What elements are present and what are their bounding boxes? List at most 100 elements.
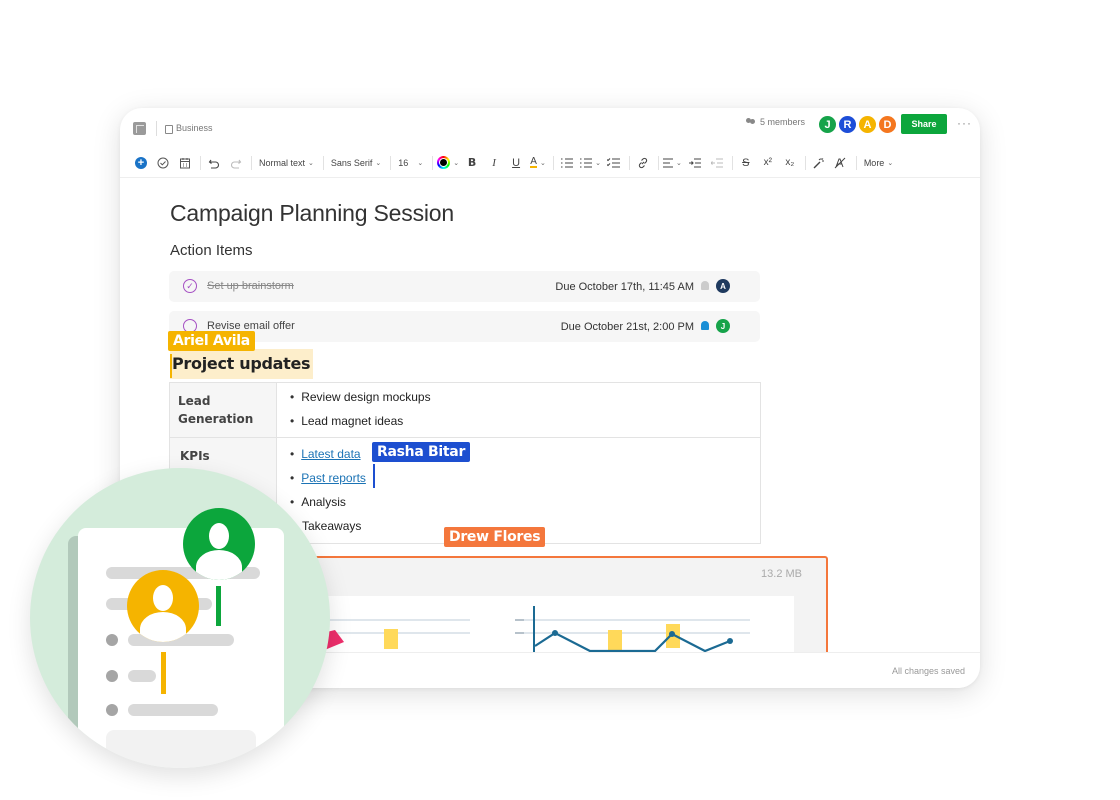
reminder-bell-icon[interactable] xyxy=(701,321,709,330)
undo-icon[interactable] xyxy=(205,153,223,173)
user-avatar-icon xyxy=(183,508,255,580)
chart-line xyxy=(534,631,731,653)
avatar[interactable]: D xyxy=(878,115,897,134)
members-button[interactable]: 5 members xyxy=(746,117,805,127)
link[interactable]: Past reports xyxy=(301,471,366,485)
checklist-icon[interactable] xyxy=(605,153,623,173)
document-body[interactable]: Campaign Planning Session Action Items xyxy=(170,200,760,259)
list-item[interactable]: Review design mockups xyxy=(290,389,760,413)
formatting-toolbar: + Normal text ⌄ Sans Serif ⌄ 16 ⌄ ⌄ B I U A… xyxy=(120,148,980,178)
highlighter-icon: A xyxy=(530,156,537,168)
divider xyxy=(156,121,157,136)
chevron-down-icon: ⌄ xyxy=(595,159,601,167)
collaborator-cursor xyxy=(170,354,172,378)
chevron-down-icon: ⌄ xyxy=(887,159,894,167)
chevron-down-icon: ⌄ xyxy=(539,159,546,167)
task-item[interactable]: Revise email offer Due October 21st, 2:0… xyxy=(169,311,760,342)
font-size-dropdown[interactable]: 16 ⌄ xyxy=(395,153,426,173)
assignee-avatar[interactable]: J xyxy=(716,319,730,333)
text-style-dropdown[interactable]: Normal text ⌄ xyxy=(256,153,317,173)
notebook-breadcrumb[interactable]: Business xyxy=(176,123,213,133)
table-row-header[interactable]: Lead Generation xyxy=(170,383,277,437)
avatar[interactable]: R xyxy=(838,115,857,134)
member-avatars: J R A D xyxy=(818,115,897,134)
chart-bar xyxy=(384,629,398,649)
user-avatar-icon xyxy=(127,570,199,642)
link[interactable]: Latest data xyxy=(301,447,360,461)
task-icon[interactable] xyxy=(154,153,172,173)
collaborator-cursor xyxy=(161,652,166,694)
collaboration-illustration xyxy=(30,468,330,768)
task-due-date[interactable]: Due October 17th, 11:45 AM xyxy=(555,281,694,293)
text-color-dropdown[interactable]: ⌄ xyxy=(437,153,459,173)
task-checkbox[interactable]: ✓ xyxy=(183,279,197,293)
page-title[interactable]: Campaign Planning Session xyxy=(170,200,760,227)
task-label: Set up brainstorm xyxy=(207,280,294,292)
chevron-down-icon: ⌄ xyxy=(675,159,682,167)
subscript-button[interactable]: x₂ xyxy=(781,153,799,173)
list-item[interactable]: Lead magnet ideas xyxy=(290,413,760,437)
chevron-down-icon: ⌄ xyxy=(417,159,424,167)
chart-thumbnail xyxy=(310,606,750,656)
strikethrough-button[interactable]: S xyxy=(737,153,755,173)
document-shadow xyxy=(68,536,78,768)
indent-icon[interactable] xyxy=(686,153,704,173)
content-block-placeholder xyxy=(106,730,256,768)
divider xyxy=(432,155,434,170)
bold-button[interactable]: B xyxy=(463,153,481,173)
chart-point xyxy=(727,638,733,644)
section-heading[interactable]: Action Items xyxy=(170,242,760,259)
bullet-placeholder xyxy=(106,634,118,646)
divider xyxy=(200,155,201,170)
bullet-list-icon[interactable] xyxy=(558,153,576,173)
share-button[interactable]: Share xyxy=(901,114,947,134)
insert-button[interactable]: + xyxy=(132,153,150,173)
outdent-icon[interactable] xyxy=(708,153,726,173)
task-item[interactable]: ✓ Set up brainstorm Due October 17th, 11… xyxy=(169,271,760,302)
font-dropdown[interactable]: Sans Serif ⌄ xyxy=(328,153,384,173)
chart-point xyxy=(669,631,675,637)
divider xyxy=(628,155,630,170)
plus-icon: + xyxy=(135,156,147,169)
numbered-list-icon xyxy=(580,157,593,168)
members-count: 5 members xyxy=(760,117,806,127)
calendar-icon[interactable] xyxy=(176,153,194,173)
clear-formatting-icon[interactable] xyxy=(832,153,850,173)
more-dropdown[interactable]: More ⌄ xyxy=(861,153,896,173)
numbered-list-dropdown[interactable]: ⌄ xyxy=(580,153,601,173)
table-cell[interactable]: Review design mockups Lead magnet ideas xyxy=(278,383,760,437)
align-left-icon xyxy=(662,157,673,168)
chevron-down-icon: ⌄ xyxy=(375,159,382,167)
task-due-date[interactable]: Due October 21st, 2:00 PM xyxy=(561,321,694,333)
list-item[interactable]: Analysis xyxy=(290,494,760,518)
chart-bar xyxy=(608,630,622,650)
section-heading[interactable]: Project updates xyxy=(170,349,314,379)
chevron-down-icon: ⌄ xyxy=(308,159,314,167)
avatar[interactable]: J xyxy=(818,115,837,134)
color-picker-icon xyxy=(437,156,451,169)
avatar[interactable]: A xyxy=(858,115,877,134)
align-dropdown[interactable]: ⌄ xyxy=(662,153,682,173)
collaborator-label: Ariel Avila xyxy=(168,331,255,351)
chevron-down-icon: ⌄ xyxy=(453,159,460,167)
more-options-icon[interactable]: ··· xyxy=(957,116,972,130)
superscript-button[interactable]: x² xyxy=(759,153,777,173)
bullet-placeholder xyxy=(106,704,118,716)
text-line-placeholder xyxy=(128,670,156,682)
assignee-avatar[interactable]: A xyxy=(716,279,730,293)
collaborator-label: Drew Flores xyxy=(444,527,546,547)
reminder-bell-icon[interactable] xyxy=(701,281,709,290)
link-icon[interactable] xyxy=(634,153,652,173)
highlight-dropdown[interactable]: A ⌄ xyxy=(529,153,547,173)
collaborator-cursor xyxy=(373,464,375,488)
people-icon xyxy=(746,118,757,126)
magic-wand-icon[interactable] xyxy=(810,153,828,173)
italic-button[interactable]: I xyxy=(485,153,503,173)
divider xyxy=(553,155,555,170)
divider xyxy=(731,155,733,170)
redo-icon[interactable] xyxy=(227,153,245,173)
underline-button[interactable]: U xyxy=(507,153,525,173)
divider xyxy=(804,155,806,170)
notebook-icon xyxy=(165,125,173,134)
expand-icon[interactable] xyxy=(133,122,146,135)
